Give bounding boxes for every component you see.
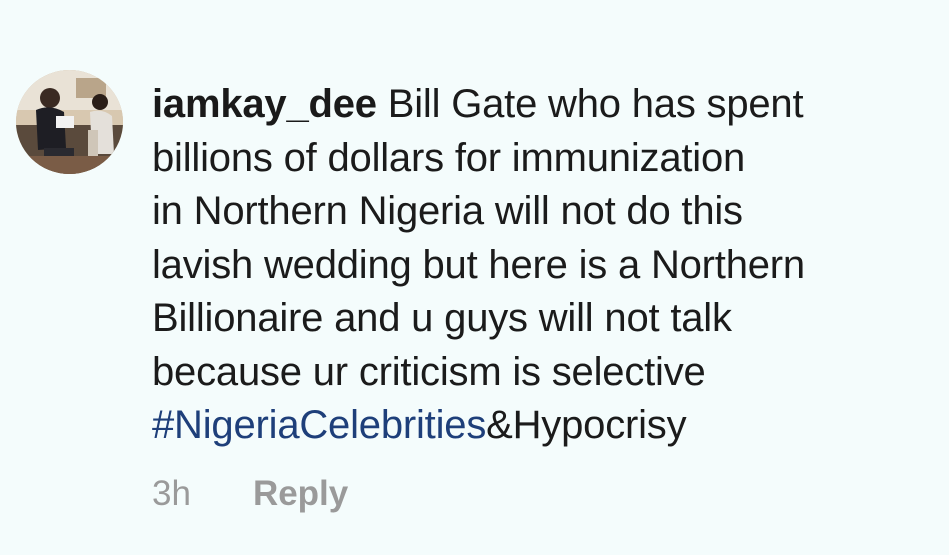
comment-text-segment: Bill Gate who has spent <box>376 82 804 126</box>
hashtag-suffix: &Hypocrisy <box>486 403 687 447</box>
comment: iamkay_dee Bill Gate who has spent billi… <box>0 0 949 555</box>
comment-line-5: Billionaire and u guys will not talk <box>152 296 732 340</box>
comment-text: iamkay_dee Bill Gate who has spent billi… <box>152 78 932 453</box>
comment-timestamp: 3h <box>152 474 191 513</box>
hashtag-link[interactable]: #NigeriaCelebrities <box>152 403 486 447</box>
reply-button[interactable]: Reply <box>253 474 348 514</box>
comment-line-6: because ur criticism is selective <box>152 349 706 394</box>
username-link[interactable]: iamkay_dee <box>152 82 377 126</box>
comment-line-2: billions of dollars for immunization <box>152 135 746 180</box>
comment-meta: 3h Reply <box>152 474 348 514</box>
avatar-photo-icon <box>16 70 123 174</box>
comment-line-7: #NigeriaCelebrities&Hypocrisy <box>152 399 932 453</box>
comment-line-3: in Northern Nigeria will not do this <box>152 189 743 233</box>
avatar[interactable] <box>16 70 123 174</box>
comment-line-4: lavish wedding but here is a Northern <box>152 242 805 287</box>
comment-line-1: iamkay_dee Bill Gate who has spent <box>152 78 932 132</box>
